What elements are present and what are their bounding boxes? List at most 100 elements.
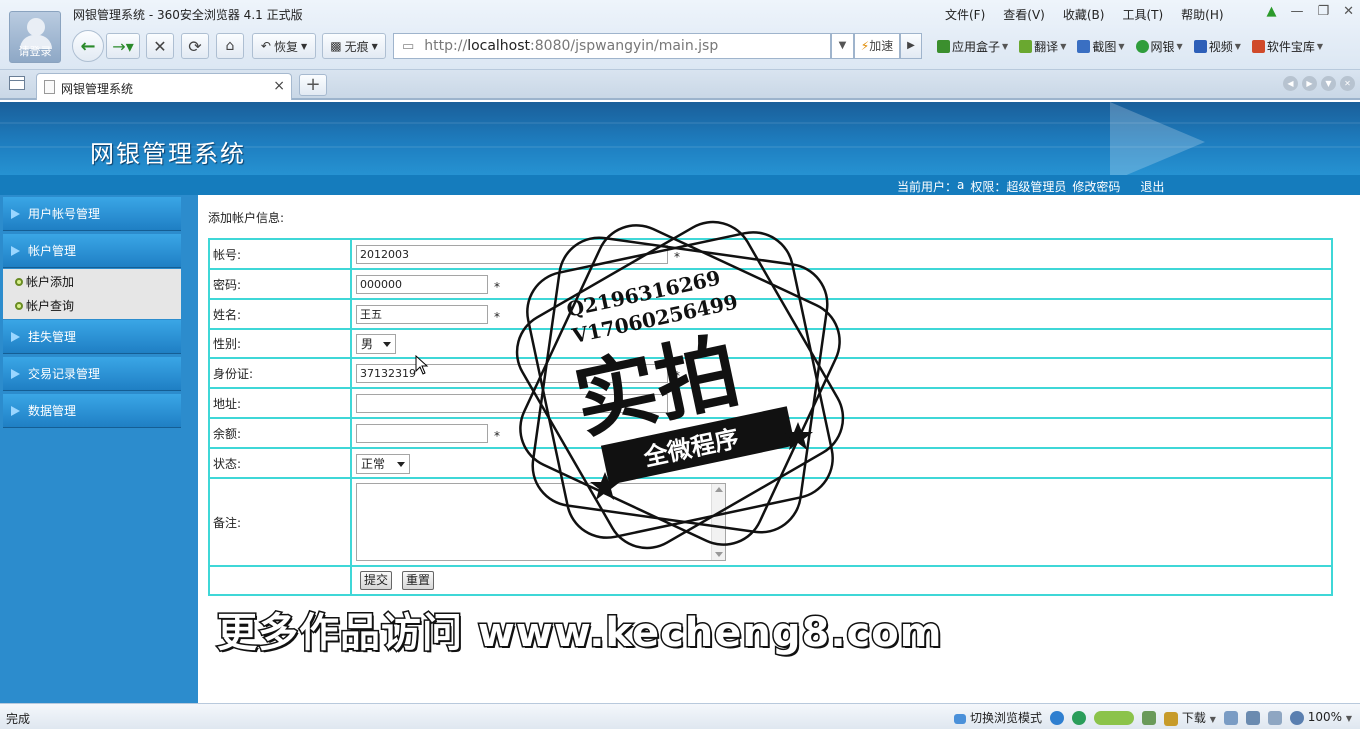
refresh-button[interactable]: ⟳	[181, 33, 209, 59]
speed-up-button[interactable]: ⚡加速	[854, 33, 900, 59]
tool-translate[interactable]: 翻译 ▼	[1019, 38, 1066, 55]
switch-mode-button[interactable]: 切换浏览模式	[954, 709, 1042, 726]
name-input[interactable]: 王五	[356, 305, 488, 324]
restore-label: 恢复	[273, 39, 298, 54]
status-label: 状态:	[210, 449, 352, 477]
stop-button[interactable]: ✕	[146, 33, 174, 59]
submenu-item-query-account[interactable]: 帐户查询	[15, 297, 74, 314]
new-tab-button[interactable]: +	[299, 74, 327, 96]
form-row-actions: 提交 重置	[210, 567, 1331, 594]
skin-shirt-icon[interactable]: ▲	[1266, 4, 1276, 19]
minimize-button[interactable]: —	[1290, 4, 1303, 19]
chevron-down-icon: ▼	[1316, 42, 1324, 51]
back-arrow-icon: ←	[80, 35, 96, 57]
password-input[interactable]: 000000	[356, 275, 488, 294]
chevron-down-icon: ▼	[300, 41, 308, 51]
form-row-password: 密码: 000000 *	[210, 270, 1331, 300]
chevron-down-icon: ▼	[1176, 42, 1183, 51]
tool-netbank[interactable]: 网银 ▼	[1135, 38, 1183, 55]
scroll-up-icon	[715, 487, 723, 492]
reset-button[interactable]: 重置	[402, 571, 434, 590]
notrace-label: 无痕	[344, 39, 369, 54]
promo-watermark-text: 更多作品访问 www.kecheng8.com	[215, 609, 943, 658]
refresh-icon: ⟳	[188, 36, 202, 56]
sidebar-item-label: 数据管理	[28, 404, 77, 418]
stop-x-icon: ✕	[153, 36, 167, 56]
ie-icon[interactable]	[1050, 710, 1065, 725]
triangle-right-icon	[11, 405, 20, 416]
bullet-circle-icon	[15, 301, 23, 310]
required-mark: *	[674, 369, 680, 383]
mouse-cursor-icon	[415, 355, 429, 375]
go-button[interactable]: ▶	[900, 33, 922, 59]
clipboard-icon[interactable]	[1223, 710, 1238, 725]
menu-view[interactable]: 查看(V)	[1003, 6, 1045, 23]
tool-app-box[interactable]: 应用盒子 ▼	[937, 38, 1008, 55]
home-button[interactable]: ⌂	[216, 33, 244, 59]
status-select[interactable]: 正常	[356, 454, 410, 474]
sidebar-item-loss-report[interactable]: 挂失管理	[3, 320, 181, 354]
sidebar-item-user-accounts[interactable]: 用户帐号管理	[3, 197, 181, 231]
notrace-button[interactable]: ▩ 无痕 ▼	[322, 33, 386, 59]
download-icon	[1164, 711, 1179, 726]
role-label: 权限：	[970, 180, 1007, 194]
user-silhouette-icon	[27, 18, 45, 36]
sidebar-toggle-icon[interactable]	[9, 76, 25, 90]
status-text: 完成	[6, 712, 31, 726]
window-controls: ▲ — ❐ ✕	[1266, 4, 1354, 19]
back-button[interactable]: ←	[72, 30, 104, 62]
maximize-button[interactable]: ❐	[1317, 4, 1329, 19]
menu-favorites[interactable]: 收藏(B)	[1063, 6, 1105, 23]
account-input[interactable]: 2012003	[356, 245, 668, 264]
address-input[interactable]	[356, 394, 668, 413]
forward-button[interactable]: →▾	[106, 33, 140, 59]
tab-netbank[interactable]: 网银管理系统 ×	[36, 73, 292, 100]
restore-button[interactable]: ↶ 恢复 ▼	[252, 33, 316, 59]
menu-file[interactable]: 文件(F)	[945, 6, 985, 23]
sidebar-item-accounts[interactable]: 帐户管理	[3, 234, 181, 268]
monitor-icon[interactable]	[1245, 710, 1260, 725]
globe-icon[interactable]	[1072, 710, 1087, 725]
balance-input[interactable]	[356, 424, 488, 443]
id-card-input[interactable]: 37132319	[356, 364, 668, 383]
submenu-item-label: 帐户查询	[26, 299, 75, 313]
tab-list-icon[interactable]: ▼	[1321, 76, 1336, 91]
address-label: 地址:	[210, 389, 352, 417]
status-selected-value: 正常	[361, 457, 386, 471]
tab-scroll-right-icon[interactable]: ▶	[1302, 76, 1317, 91]
form-row-address: 地址:	[210, 389, 1331, 419]
url-prefix: http://	[424, 38, 468, 54]
zoom-control[interactable]: 100% ▼	[1289, 710, 1352, 725]
submit-button[interactable]: 提交	[360, 571, 392, 590]
download-button[interactable]: 下载 ▼	[1164, 709, 1216, 726]
sidebar-item-data[interactable]: 数据管理	[3, 394, 181, 428]
sidebar-item-transactions[interactable]: 交易记录管理	[3, 357, 181, 391]
change-password-link[interactable]: 修改密码	[1072, 178, 1120, 195]
tab-scroll-left-icon[interactable]: ◀	[1283, 76, 1298, 91]
menu-help[interactable]: 帮助(H)	[1181, 6, 1223, 23]
magnifier-icon	[1289, 710, 1304, 725]
close-all-tabs-icon[interactable]: ✕	[1340, 76, 1355, 91]
chevron-down-icon: ▼	[1002, 42, 1009, 51]
current-user-value: a	[957, 178, 965, 192]
textarea-scrollbar[interactable]	[711, 484, 725, 560]
chevron-down-icon	[383, 342, 391, 347]
speaker-icon[interactable]	[1267, 710, 1282, 725]
tool-video[interactable]: 视频 ▼	[1193, 38, 1241, 55]
submenu-item-add-account[interactable]: 帐户添加	[15, 273, 74, 290]
calculator-icon[interactable]	[1142, 710, 1157, 725]
tool-software-store[interactable]: 软件宝库 ▼	[1251, 38, 1324, 55]
gender-select[interactable]: 男	[356, 334, 396, 354]
status-tools: 切换浏览模式 下载 ▼ 100% ▼	[954, 709, 1352, 726]
form-row-balance: 余额: *	[210, 419, 1331, 449]
remark-textarea[interactable]	[356, 483, 726, 561]
address-bar[interactable]: ▭ http://localhost:8080/jspwangyin/main.…	[393, 33, 831, 59]
tool-screenshot[interactable]: 截图 ▼	[1077, 38, 1125, 55]
login-avatar-button[interactable]: 请登录	[9, 11, 61, 63]
logout-link[interactable]: 退出	[1140, 178, 1164, 195]
close-tab-icon[interactable]: ×	[273, 78, 285, 94]
toggle-icon[interactable]	[1094, 710, 1135, 725]
menu-tools[interactable]: 工具(T)	[1122, 6, 1163, 23]
address-dropdown-button[interactable]: ▼	[831, 33, 854, 59]
close-window-button[interactable]: ✕	[1343, 4, 1354, 19]
